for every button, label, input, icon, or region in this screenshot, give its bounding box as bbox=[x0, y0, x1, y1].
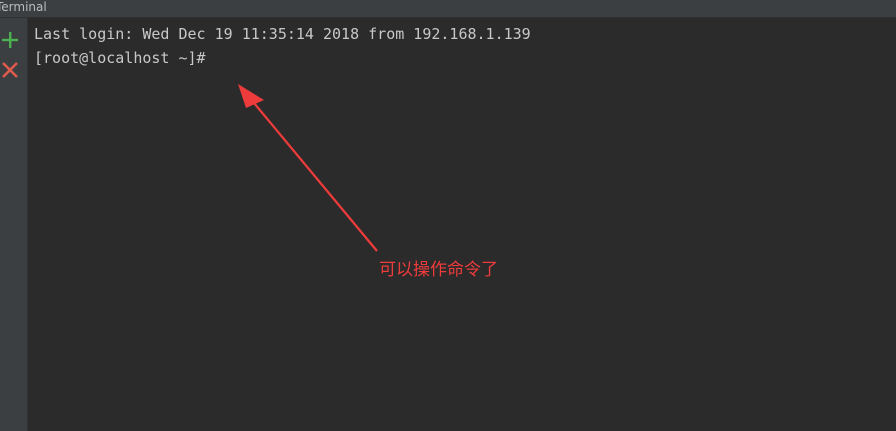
title-bar: Terminal bbox=[0, 0, 896, 18]
window-title: Terminal bbox=[0, 0, 47, 14]
plus-icon bbox=[0, 30, 20, 50]
shell-prompt-line[interactable]: [root@localhost ~]# bbox=[34, 48, 215, 68]
close-session-button[interactable] bbox=[0, 60, 20, 80]
terminal-cursor bbox=[206, 50, 215, 66]
new-session-button[interactable] bbox=[0, 30, 20, 50]
terminal-output[interactable]: Last login: Wed Dec 19 11:35:14 2018 fro… bbox=[28, 18, 896, 431]
annotation-label: 可以操作命令了 bbox=[379, 260, 498, 280]
last-login-line: Last login: Wed Dec 19 11:35:14 2018 fro… bbox=[34, 25, 531, 43]
shell-prompt: [root@localhost ~]# bbox=[34, 49, 206, 67]
close-icon bbox=[0, 60, 20, 80]
terminal-toolbar bbox=[0, 18, 28, 431]
terminal-window: Terminal Last login: Wed Dec 19 11:35:14… bbox=[0, 0, 896, 431]
